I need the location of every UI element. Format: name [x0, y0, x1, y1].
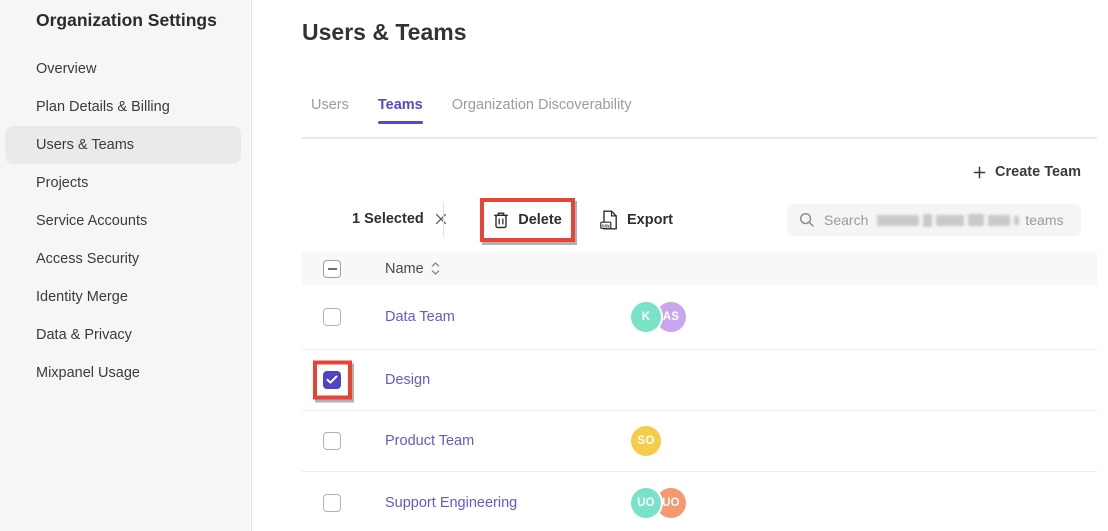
avatar[interactable]: SO: [631, 426, 661, 456]
create-team-button[interactable]: Create Team: [973, 164, 1081, 180]
table-row: Design: [302, 350, 1097, 411]
table-header: Name: [302, 252, 1097, 285]
svg-text:csv: csv: [602, 223, 610, 228]
sidebar-item-access-security[interactable]: Access Security: [0, 240, 251, 278]
delete-label: Delete: [518, 212, 562, 228]
column-header-name-label: Name: [385, 261, 424, 277]
row-checkbox[interactable]: [323, 371, 341, 389]
sidebar-item-service-accounts[interactable]: Service Accounts: [0, 202, 251, 240]
sidebar-item-projects[interactable]: Projects: [0, 164, 251, 202]
avatar-group: SO: [631, 426, 661, 456]
sidebar-item-mixpanel-usage[interactable]: Mixpanel Usage: [0, 354, 251, 392]
avatar[interactable]: UO: [631, 488, 661, 518]
team-name-link[interactable]: Support Engineering: [385, 495, 517, 511]
sidebar-item-users-teams[interactable]: Users & Teams: [5, 126, 241, 164]
row-checkbox[interactable]: [323, 494, 341, 512]
tab-bar-divider: [302, 137, 1097, 139]
export-label: Export: [627, 212, 673, 228]
avatar[interactable]: K: [631, 302, 661, 332]
tab-users[interactable]: Users: [311, 97, 349, 113]
sidebar-item-plan-details-billing[interactable]: Plan Details & Billing: [0, 88, 251, 126]
page-title: Users & Teams: [302, 19, 467, 46]
avatar-group: UO UO: [631, 488, 686, 518]
close-icon: [435, 213, 447, 225]
clear-selection-button[interactable]: [435, 213, 447, 225]
plus-icon: [973, 166, 986, 179]
teams-table-body: Data Team K AS Design Product Team SO Su…: [302, 285, 1097, 531]
row-checkbox[interactable]: [323, 432, 341, 450]
select-all-checkbox[interactable]: [323, 260, 341, 278]
row-checkbox[interactable]: [323, 308, 341, 326]
annotation-highlight-delete: Delete: [480, 198, 575, 242]
create-team-label: Create Team: [995, 164, 1081, 180]
export-button[interactable]: csv Export: [600, 204, 673, 236]
sidebar-nav: Overview Plan Details & Billing Users & …: [0, 50, 251, 392]
table-row: Data Team K AS: [302, 285, 1097, 350]
search-placeholder-suffix: teams: [1025, 212, 1063, 228]
table-row: Support Engineering UO UO: [302, 472, 1097, 531]
team-name-link[interactable]: Product Team: [385, 433, 474, 449]
redacted-text: [877, 214, 1023, 227]
tab-teams[interactable]: Teams: [378, 97, 423, 113]
selected-count-label: 1 Selected: [352, 211, 424, 227]
search-icon: [799, 212, 815, 228]
team-name-link[interactable]: Data Team: [385, 309, 455, 325]
trash-icon: [493, 211, 509, 229]
sidebar: Organization Settings Overview Plan Deta…: [0, 0, 252, 531]
sidebar-item-data-privacy[interactable]: Data & Privacy: [0, 316, 251, 354]
sidebar-item-overview[interactable]: Overview: [0, 50, 251, 88]
sidebar-title: Organization Settings: [0, 0, 251, 31]
table-row: Product Team SO: [302, 411, 1097, 472]
tab-organization-discoverability[interactable]: Organization Discoverability: [452, 97, 632, 113]
tab-bar: Users Teams Organization Discoverability: [311, 97, 631, 113]
team-name-link[interactable]: Design: [385, 372, 430, 388]
selection-info: 1 Selected: [352, 211, 447, 227]
avatar-group: K AS: [631, 302, 686, 332]
csv-file-icon: csv: [600, 210, 618, 230]
sidebar-item-identity-merge[interactable]: Identity Merge: [0, 278, 251, 316]
toolbar-divider: [443, 202, 444, 237]
search-placeholder-prefix: Search: [824, 212, 868, 228]
delete-button[interactable]: Delete: [493, 211, 562, 229]
search-input[interactable]: Search teams: [787, 204, 1081, 236]
checkmark-icon: [326, 375, 338, 385]
sort-icon[interactable]: [431, 262, 440, 275]
column-header-name[interactable]: Name: [385, 261, 440, 277]
